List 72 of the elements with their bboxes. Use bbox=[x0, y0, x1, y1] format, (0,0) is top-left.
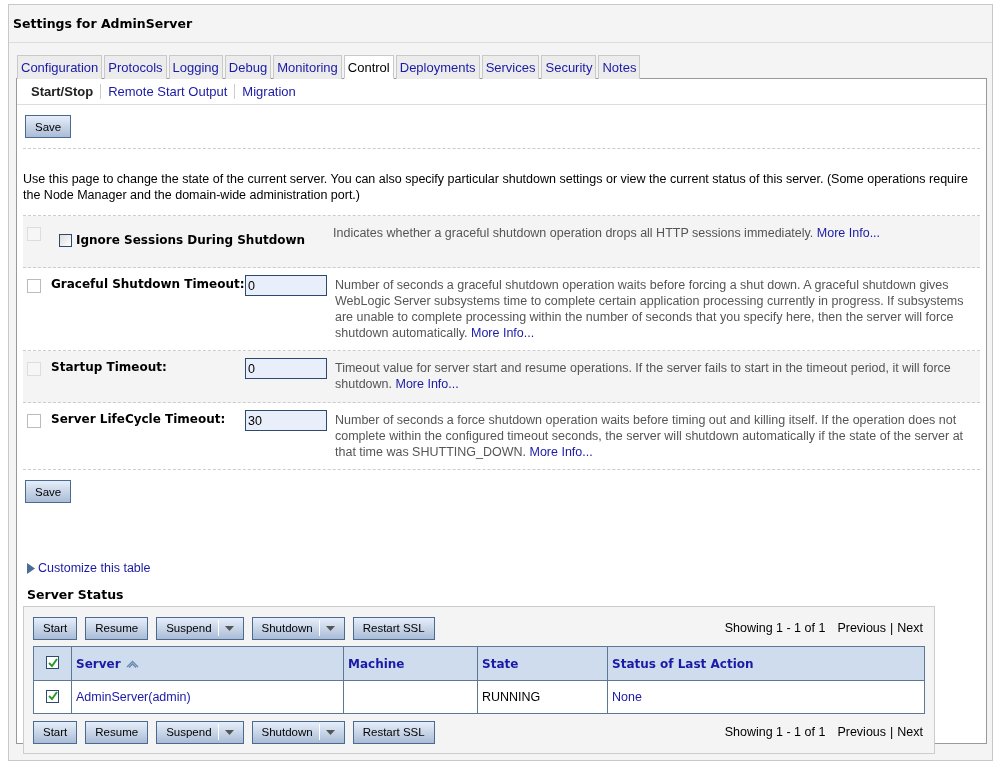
setting-label: Startup Timeout: bbox=[51, 360, 167, 374]
column-header[interactable]: Server bbox=[71, 646, 344, 681]
tab[interactable]: Logging bbox=[168, 55, 223, 79]
tab[interactable]: Protocols bbox=[104, 55, 167, 79]
tab[interactable]: Security bbox=[541, 55, 597, 79]
tab[interactable]: Monitoring bbox=[273, 55, 342, 79]
more-info-link[interactable]: More Info... bbox=[395, 377, 459, 391]
pager-separator: | bbox=[890, 725, 894, 739]
tab[interactable]: Debug bbox=[224, 55, 272, 79]
setting-help: Timeout value for server start and resume operations. If the server fails to start in the timeout period, it will force shutdown. More Info... bbox=[335, 360, 952, 393]
subtab[interactable]: Start/Stop bbox=[31, 84, 101, 99]
caret-icon bbox=[224, 729, 234, 735]
checkmark-icon bbox=[47, 657, 58, 668]
subtab[interactable]: Migration bbox=[234, 84, 303, 99]
tab[interactable]: Notes bbox=[598, 55, 641, 79]
pager-separator: | bbox=[890, 621, 894, 635]
more-info-link[interactable]: More Info... bbox=[470, 326, 535, 340]
more-info-link[interactable]: More Info... bbox=[816, 226, 881, 240]
subtab[interactable]: Remote Start Output bbox=[100, 84, 235, 99]
next-link[interactable]: Next bbox=[897, 621, 923, 635]
input-field[interactable]: 0 bbox=[245, 358, 327, 379]
setting-help: Number of seconds a force shutdown operation waits before timing out and killing itself. If the operation does not complete within the configured timeout seconds, the server will shutdown automatically if the state of the server at that time was SHUTTING_DOWN. More Info... bbox=[335, 412, 965, 460]
pager-status: Showing 1 - 1 of 1 bbox=[724, 725, 826, 739]
column-header[interactable]: Machine bbox=[343, 646, 478, 681]
checkbox[interactable] bbox=[46, 689, 59, 703]
action-button[interactable]: Resume bbox=[85, 720, 149, 744]
server-link[interactable]: AdminServer(admin) bbox=[71, 680, 344, 714]
expand-triangle-icon bbox=[27, 562, 35, 574]
column-header[interactable]: State bbox=[477, 646, 608, 681]
dropdown-button[interactable]: Suspend bbox=[156, 616, 244, 640]
caret-icon bbox=[224, 625, 234, 631]
pager-status: Showing 1 - 1 of 1 bbox=[724, 621, 826, 635]
sort-ascending-icon bbox=[125, 659, 139, 668]
column-header[interactable]: Status of Last Action bbox=[607, 646, 925, 681]
customize-table-link[interactable]: Customize this table bbox=[38, 561, 151, 575]
action-button[interactable]: Restart SSL bbox=[352, 616, 435, 640]
previous-link[interactable]: Previous bbox=[837, 621, 887, 635]
checkbox[interactable] bbox=[59, 233, 72, 247]
tab[interactable]: Control bbox=[343, 55, 394, 79]
save-button[interactable]: Save bbox=[25, 480, 72, 503]
setting-label: Ignore Sessions During Shutdown bbox=[76, 233, 306, 247]
action-button[interactable]: Start bbox=[33, 616, 78, 640]
setting-help: Number of seconds a graceful shutdown operation waits before forcing a shut down. A graceful shutdown gives WebLogic Server subsystems time to complete certain application processing currently in progress. If subsystems are unable to complete processing within the number of seconds that you specify here, then the server will force shutdown automatically. More Info... bbox=[335, 277, 965, 341]
more-info-link[interactable]: More Info... bbox=[529, 445, 593, 459]
dropdown-button[interactable]: Shutdown bbox=[251, 616, 345, 640]
action-button[interactable]: Restart SSL bbox=[352, 720, 435, 744]
tab[interactable]: Services bbox=[481, 55, 540, 79]
dropdown-button[interactable]: Suspend bbox=[156, 720, 244, 744]
window-title: Settings for AdminServer bbox=[9, 5, 992, 43]
setting-label: Graceful Shutdown Timeout: bbox=[51, 277, 245, 291]
page-description: Use this page to change the state of the current server. You can also specify particular shutdown settings or view the current status of this server. (Some operations require the Node Manager and the domain-wide administration port.) bbox=[23, 171, 969, 204]
input-field[interactable]: 30 bbox=[245, 410, 327, 431]
change-checkbox[interactable] bbox=[27, 279, 41, 293]
table-cell: RUNNING bbox=[477, 680, 608, 714]
tab[interactable]: Deployments bbox=[395, 55, 480, 79]
tab[interactable]: Configuration bbox=[17, 55, 103, 79]
action-button[interactable]: Start bbox=[33, 720, 78, 744]
caret-icon bbox=[325, 625, 335, 631]
input-field[interactable]: 0 bbox=[245, 275, 327, 296]
action-button[interactable]: Resume bbox=[85, 616, 149, 640]
status-link[interactable]: None bbox=[607, 680, 925, 714]
checkbox[interactable] bbox=[46, 656, 59, 670]
section-title: Server Status bbox=[26, 586, 125, 604]
setting-help: Indicates whether a graceful shutdown operation drops all HTTP sessions immediately. More Info... bbox=[332, 225, 882, 242]
caret-icon bbox=[325, 729, 335, 735]
next-link[interactable]: Next bbox=[897, 725, 923, 739]
checkmark-icon bbox=[47, 691, 58, 702]
change-checkbox[interactable] bbox=[27, 414, 41, 428]
save-button[interactable]: Save bbox=[25, 115, 72, 138]
setting-label: Server LifeCycle Timeout: bbox=[51, 412, 226, 426]
previous-link[interactable]: Previous bbox=[837, 725, 887, 739]
dropdown-button[interactable]: Shutdown bbox=[251, 720, 345, 744]
